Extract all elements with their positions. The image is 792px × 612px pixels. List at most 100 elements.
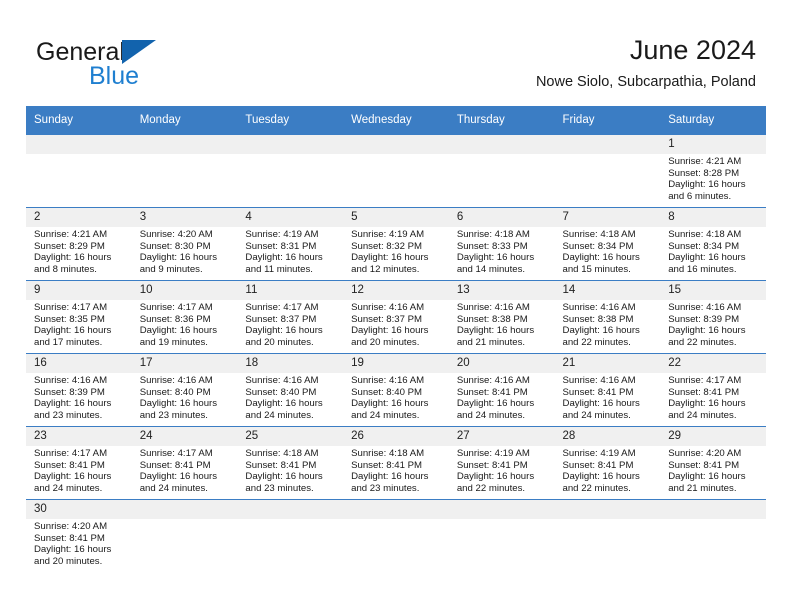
sunset-text: Sunset: 8:40 PM (351, 386, 423, 398)
day-number: 2 (26, 208, 132, 227)
daylight-text-line2: and 19 minutes. (139, 336, 208, 348)
day-details: Sunrise: 4:16 AM Sunset: 8:40 PM Daylight:… (237, 373, 343, 421)
sunset-text: Sunset: 8:37 PM (351, 313, 423, 325)
day-cell-inner: 8 Sunrise: 4:18 AM Sunset: 8:34 PM Daylight… (660, 208, 766, 278)
weekday-header-row: Sunday Monday Tuesday Wednesday Thursday… (26, 106, 766, 135)
day-number: 11 (237, 281, 344, 300)
calendar-day-cell[interactable]: 2 Sunrise: 4:21 AM Sunset: 8:29 PM Daylight… (26, 207, 132, 281)
daylight-text-line1: Daylight: 16 hours (456, 252, 535, 264)
day-number: 5 (343, 208, 449, 227)
sunrise-text: Sunrise: 4:20 AM (668, 448, 742, 459)
day-cell-inner: 25 Sunrise: 4:18 AM Sunset: 8:41 PM Dayligh… (237, 427, 344, 497)
calendar-day-cell[interactable]: 7 Sunrise: 4:18 AM Sunset: 8:34 PM Daylight… (554, 207, 661, 281)
day-details: Sunrise: 4:19 AM Sunset: 8:41 PM Daylight:… (555, 446, 661, 494)
daylight-text-line2: and 14 minutes. (456, 263, 526, 275)
calendar-day-cell[interactable]: 28 Sunrise: 4:19 AM Sunset: 8:41 PM Dayligh… (554, 426, 661, 500)
daylight-text-line1: Daylight: 16 hours (456, 325, 535, 337)
calendar-cell-empty (448, 499, 555, 572)
daylight-text-line1: Daylight: 16 hours (139, 252, 218, 264)
calendar-week-row: 30 Sunrise: 4:20 AM Sunset: 8:41 PM Dayligh… (26, 499, 766, 572)
calendar-day-cell[interactable]: 13 Sunrise: 4:16 AM Sunset: 8:38 PM Dayligh… (448, 280, 555, 354)
sunset-text: Sunset: 8:41 PM (456, 459, 528, 471)
calendar-day-cell[interactable]: 26 Sunrise: 4:18 AM Sunset: 8:41 PM Dayligh… (343, 426, 449, 500)
calendar-week-row: 2 Sunrise: 4:21 AM Sunset: 8:29 PM Daylight… (26, 207, 766, 281)
day-cell-inner: 3 Sunrise: 4:20 AM Sunset: 8:30 PM Daylight… (131, 208, 238, 278)
sunrise-text: Sunrise: 4:18 AM (668, 229, 742, 240)
daylight-text-line2: and 22 minutes. (562, 336, 631, 348)
calendar-day-cell[interactable]: 18 Sunrise: 4:16 AM Sunset: 8:40 PM Dayligh… (237, 353, 344, 427)
calendar-day-cell[interactable]: 11 Sunrise: 4:17 AM Sunset: 8:37 PM Dayligh… (237, 280, 344, 354)
calendar-body: 1 Sunrise: 4:21 AM Sunset: 8:28 PM Daylight… (26, 134, 766, 572)
daylight-text-line2: and 24 minutes. (562, 409, 631, 421)
sunrise-text: Sunrise: 4:16 AM (245, 375, 319, 386)
title-block: June 2024 Nowe Siolo, Subcarpathia, Pola… (536, 34, 756, 92)
calendar-day-cell[interactable]: 29 Sunrise: 4:20 AM Sunset: 8:41 PM Dayligh… (660, 426, 766, 500)
sunrise-text: Sunrise: 4:16 AM (456, 375, 530, 386)
daylight-text-line1: Daylight: 16 hours (351, 252, 429, 264)
sunset-text: Sunset: 8:38 PM (456, 313, 528, 325)
sunrise-text: Sunrise: 4:18 AM (456, 229, 530, 240)
day-number: 7 (554, 208, 661, 227)
calendar-day-cell[interactable]: 24 Sunrise: 4:17 AM Sunset: 8:41 PM Dayligh… (131, 426, 238, 500)
day-number: 9 (26, 281, 132, 300)
calendar-day-cell[interactable]: 25 Sunrise: 4:18 AM Sunset: 8:41 PM Dayligh… (237, 426, 344, 500)
calendar-day-cell[interactable]: 12 Sunrise: 4:16 AM Sunset: 8:37 PM Dayligh… (343, 280, 449, 354)
calendar-day-cell[interactable]: 30 Sunrise: 4:20 AM Sunset: 8:41 PM Dayligh… (26, 499, 132, 572)
general-blue-logo[interactable]: General Blue (36, 38, 236, 94)
day-cell-inner: 18 Sunrise: 4:16 AM Sunset: 8:40 PM Dayligh… (237, 354, 344, 424)
calendar-day-cell[interactable]: 10 Sunrise: 4:17 AM Sunset: 8:36 PM Dayligh… (131, 280, 238, 354)
day-cell-inner: 9 Sunrise: 4:17 AM Sunset: 8:35 PM Daylight… (26, 281, 132, 351)
day-details: Sunrise: 4:21 AM Sunset: 8:29 PM Daylight:… (26, 227, 132, 275)
calendar-day-cell[interactable]: 23 Sunrise: 4:17 AM Sunset: 8:41 PM Dayligh… (26, 426, 132, 500)
calendar-day-cell[interactable]: 8 Sunrise: 4:18 AM Sunset: 8:34 PM Daylight… (660, 207, 766, 281)
daylight-text-line1: Daylight: 16 hours (456, 398, 535, 410)
calendar-day-cell[interactable]: 22 Sunrise: 4:17 AM Sunset: 8:41 PM Dayligh… (660, 353, 766, 427)
day-number: 10 (131, 281, 238, 300)
empty-day-placeholder (554, 500, 661, 519)
calendar-cell-empty (343, 499, 449, 572)
calendar-day-cell[interactable]: 9 Sunrise: 4:17 AM Sunset: 8:35 PM Daylight… (26, 280, 132, 354)
day-details: Sunrise: 4:16 AM Sunset: 8:40 PM Daylight:… (343, 373, 449, 421)
daylight-text-line2: and 22 minutes. (456, 482, 526, 494)
daylight-text-line2: and 24 minutes. (34, 482, 103, 494)
calendar-day-cell[interactable]: 1 Sunrise: 4:21 AM Sunset: 8:28 PM Daylight… (660, 134, 766, 208)
calendar-day-cell[interactable]: 17 Sunrise: 4:16 AM Sunset: 8:40 PM Dayligh… (131, 353, 238, 427)
sunset-text: Sunset: 8:41 PM (562, 459, 634, 471)
calendar-day-cell[interactable]: 4 Sunrise: 4:19 AM Sunset: 8:31 PM Daylight… (237, 207, 344, 281)
calendar-day-cell[interactable]: 15 Sunrise: 4:16 AM Sunset: 8:39 PM Dayligh… (660, 280, 766, 354)
calendar-cell-empty (343, 134, 449, 208)
logo-triangle-icon (122, 40, 156, 64)
day-details: Sunrise: 4:16 AM Sunset: 8:38 PM Daylight:… (555, 300, 661, 348)
sunset-text: Sunset: 8:38 PM (562, 313, 634, 325)
day-details: Sunrise: 4:19 AM Sunset: 8:31 PM Daylight:… (237, 227, 343, 275)
daylight-text-line1: Daylight: 16 hours (245, 252, 323, 264)
calendar-day-cell[interactable]: 27 Sunrise: 4:19 AM Sunset: 8:41 PM Dayligh… (448, 426, 555, 500)
calendar-day-cell[interactable]: 19 Sunrise: 4:16 AM Sunset: 8:40 PM Dayligh… (343, 353, 449, 427)
empty-day-placeholder (237, 135, 344, 154)
weekday-header-thursday: Thursday (448, 106, 555, 135)
logo-text-blue: Blue (89, 62, 140, 90)
calendar-day-cell[interactable]: 3 Sunrise: 4:20 AM Sunset: 8:30 PM Daylight… (131, 207, 238, 281)
calendar-day-cell[interactable]: 16 Sunrise: 4:16 AM Sunset: 8:39 PM Dayligh… (26, 353, 132, 427)
daylight-text-line1: Daylight: 16 hours (245, 398, 323, 410)
daylight-text-line2: and 8 minutes. (34, 263, 97, 275)
calendar-day-cell[interactable]: 14 Sunrise: 4:16 AM Sunset: 8:38 PM Dayligh… (554, 280, 661, 354)
day-number: 22 (660, 354, 766, 373)
daylight-text-line1: Daylight: 16 hours (34, 325, 112, 337)
sunrise-text: Sunrise: 4:16 AM (562, 375, 636, 386)
calendar-day-cell[interactable]: 21 Sunrise: 4:16 AM Sunset: 8:41 PM Dayligh… (554, 353, 661, 427)
empty-day-placeholder (554, 135, 661, 154)
calendar-day-cell[interactable]: 5 Sunrise: 4:19 AM Sunset: 8:32 PM Daylight… (343, 207, 449, 281)
daylight-text-line1: Daylight: 16 hours (245, 325, 323, 337)
daylight-text-line2: and 23 minutes. (139, 409, 208, 421)
calendar-day-cell[interactable]: 20 Sunrise: 4:16 AM Sunset: 8:41 PM Dayligh… (448, 353, 555, 427)
calendar-day-cell[interactable]: 6 Sunrise: 4:18 AM Sunset: 8:33 PM Daylight… (448, 207, 555, 281)
daylight-text-line2: and 20 minutes. (245, 336, 314, 348)
daylight-text-line1: Daylight: 16 hours (351, 471, 429, 483)
daylight-text-line1: Daylight: 16 hours (34, 398, 112, 410)
daylight-text-line2: and 16 minutes. (668, 263, 737, 275)
day-number: 14 (554, 281, 661, 300)
daylight-text-line2: and 15 minutes. (562, 263, 631, 275)
sunset-text: Sunset: 8:40 PM (245, 386, 317, 398)
daylight-text-line1: Daylight: 16 hours (139, 325, 218, 337)
